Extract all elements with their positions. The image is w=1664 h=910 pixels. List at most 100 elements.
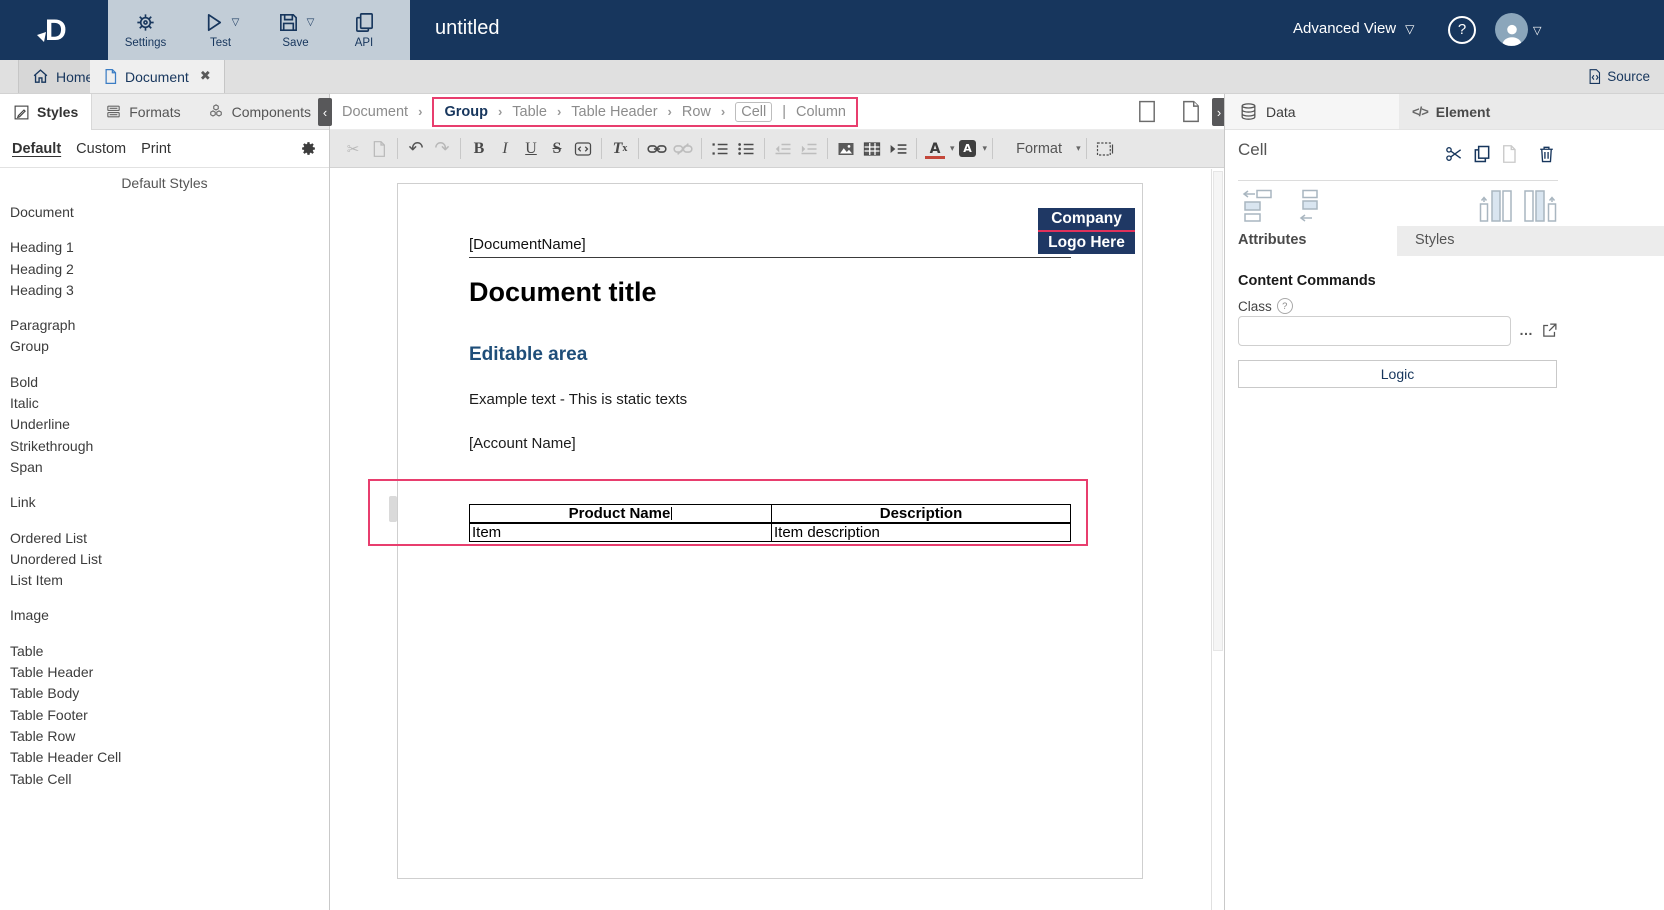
code-snippet-button[interactable] [570,136,596,162]
style-item[interactable]: List Item [10,570,329,591]
panel-tab-element[interactable]: </> Element [1399,94,1664,129]
breadcrumb-document[interactable]: Document [342,104,408,120]
style-item[interactable]: Table Footer [10,705,329,726]
product-table[interactable]: Product Name Description Item Item descr… [469,504,1071,542]
link-button[interactable] [644,136,670,162]
table-drag-handle[interactable] [389,496,397,522]
tab-attributes[interactable]: Attributes [1238,232,1306,248]
class-input[interactable] [1238,316,1511,346]
class-help-icon[interactable]: ? [1277,298,1293,314]
ordered-list-button[interactable] [707,136,733,162]
style-item[interactable]: Heading 1 [10,237,329,258]
delete-element-button[interactable] [1537,144,1557,164]
style-item[interactable]: Bold [10,372,329,393]
test-button[interactable]: ▽ Test [183,0,258,60]
italic-button[interactable]: I [492,136,518,162]
indent-button[interactable] [796,136,822,162]
insert-column-before-button[interactable] [1477,188,1513,224]
document-title-text[interactable]: Document title [469,277,657,308]
style-item[interactable]: Table Row [10,726,329,747]
panel-tab-data[interactable]: Data [1225,94,1399,129]
strikethrough-button[interactable]: S [544,136,570,162]
style-item[interactable]: Link [10,492,329,513]
test-dropdown-caret[interactable]: ▽ [232,17,240,28]
class-more-button[interactable]: … [1519,322,1534,338]
tab-document[interactable]: Document ✖ [90,60,225,93]
breadcrumb-table-header[interactable]: Table Header [571,104,657,120]
style-item[interactable]: Table Header Cell [10,747,329,768]
insert-table-button[interactable] [859,136,885,162]
bg-color-button[interactable]: A [955,136,981,162]
style-item[interactable]: Ordered List [10,528,329,549]
avatar-dropdown-caret[interactable]: ▽ [1533,24,1541,37]
remove-format-button[interactable]: Tx [607,136,633,162]
insert-column-after-button[interactable] [1523,188,1559,224]
style-item[interactable]: Heading 3 [10,280,329,301]
format-caret[interactable]: ▾ [1076,144,1081,154]
close-tab-icon[interactable]: ✖ [200,69,211,84]
style-item[interactable]: Heading 2 [10,259,329,280]
save-button[interactable]: ▽ Save [258,0,333,60]
style-item[interactable]: Table Body [10,683,329,704]
insert-image-button[interactable] [833,136,859,162]
bg-color-caret[interactable]: ▾ [983,144,988,154]
unlink-button[interactable] [670,136,696,162]
style-item[interactable]: Span [10,457,329,478]
style-item[interactable]: Document [10,202,329,223]
document-title-header[interactable]: untitled [435,17,500,40]
cut-button[interactable]: ✂ [340,136,366,162]
merge-cell-right-button[interactable] [1285,188,1321,224]
undo-button[interactable]: ↶ [403,136,429,162]
paste-button[interactable] [366,136,392,162]
account-name-placeholder[interactable]: [Account Name] [469,435,576,452]
table-header-cell[interactable]: Description [772,505,1071,524]
style-item[interactable]: Table [10,641,329,662]
format-dropdown[interactable]: Format [998,136,1074,162]
source-button[interactable]: Source [1587,60,1650,93]
filter-custom[interactable]: Custom [76,141,126,157]
logic-button[interactable]: Logic [1238,360,1557,388]
sidebar-tab-components[interactable]: Components [194,94,324,129]
style-item[interactable]: Table Header [10,662,329,683]
bold-button[interactable]: B [466,136,492,162]
document-name-placeholder[interactable]: [DocumentName] [469,236,586,253]
editable-area-heading[interactable]: Editable area [469,344,587,366]
style-item[interactable]: Italic [10,393,329,414]
table-cell[interactable]: Item [470,523,772,542]
outdent-button[interactable] [770,136,796,162]
style-item[interactable]: Group [10,336,329,357]
example-paragraph[interactable]: Example text - This is static texts [469,391,687,408]
style-item[interactable]: Image [10,605,329,626]
paste-element-button[interactable] [1500,144,1520,164]
help-button[interactable]: ? [1448,16,1476,44]
table-cell[interactable]: Item description [772,523,1071,542]
advanced-view-dropdown[interactable]: Advanced View ▽ [1293,20,1414,37]
vertical-scrollbar[interactable] [1211,169,1224,910]
text-color-button[interactable]: A [922,136,948,162]
table-header-cell[interactable]: Product Name [470,505,772,524]
company-logo-placeholder[interactable]: Company Logo Here [1038,208,1135,254]
style-item[interactable]: Table Cell [10,769,329,790]
scrollbar-thumb[interactable] [1213,171,1223,651]
style-item[interactable]: Unordered List [10,549,329,570]
page-preview-icon[interactable] [1182,99,1200,124]
tab-styles[interactable]: Styles [1397,226,1664,256]
breadcrumb-group[interactable]: Group [444,104,488,120]
breadcrumb-table[interactable]: Table [512,104,547,120]
show-blocks-button[interactable] [1092,136,1118,162]
bulleted-list-button[interactable] [733,136,759,162]
api-button[interactable]: API [333,0,395,60]
underline-button[interactable]: U [518,136,544,162]
filter-print[interactable]: Print [141,141,171,157]
settings-button[interactable]: Settings [108,0,183,60]
filter-default[interactable]: Default [12,141,61,157]
style-item[interactable]: Strikethrough [10,436,329,457]
style-item[interactable]: Underline [10,414,329,435]
blank-page-icon[interactable] [1138,99,1156,124]
merge-cell-left-button[interactable] [1239,188,1275,224]
collapse-left-panel-button[interactable]: ‹ [318,98,332,126]
style-item[interactable]: Paragraph [10,315,329,336]
cut-element-button[interactable] [1444,144,1464,164]
insert-template-button[interactable] [885,136,911,162]
open-external-icon[interactable] [1541,322,1558,339]
